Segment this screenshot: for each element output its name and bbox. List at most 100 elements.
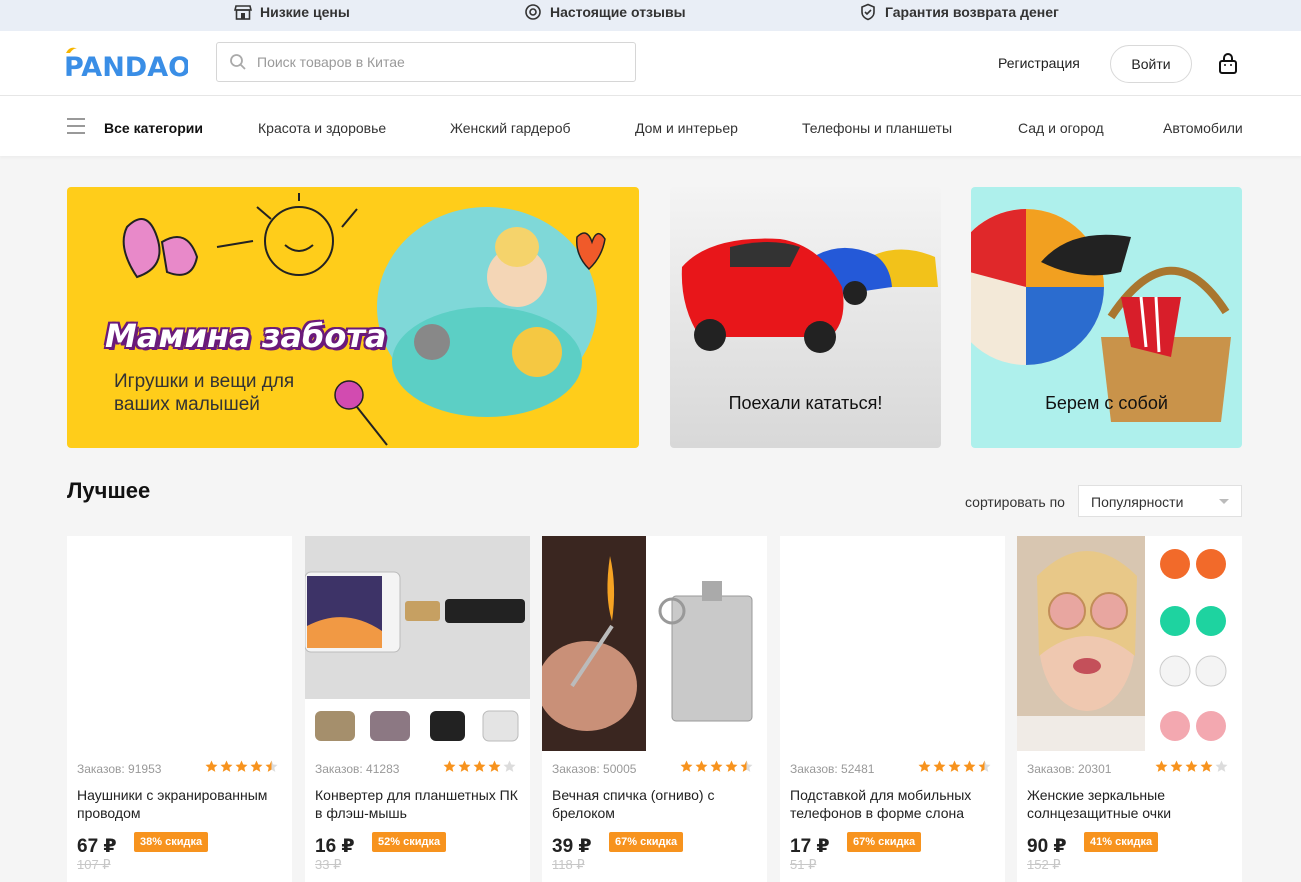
- star-icon: [265, 760, 278, 772]
- cat-home[interactable]: Дом и интерьер: [635, 120, 738, 136]
- rating-stars: [1155, 760, 1228, 773]
- product-price: 90 ₽: [1027, 836, 1067, 857]
- star-icon: [443, 760, 456, 772]
- chevron-down-icon: [1219, 499, 1229, 504]
- product-title[interactable]: Наушники с экранированным проводом: [77, 786, 282, 822]
- shield-icon: [861, 3, 875, 21]
- star-icon: [725, 760, 738, 772]
- star-icon: [948, 760, 961, 772]
- promo-real-reviews: Настоящие отзывы: [524, 3, 686, 21]
- banner-title: Мамина забота: [105, 317, 387, 355]
- rating-stars: [205, 760, 278, 773]
- cat-women[interactable]: Женский гардероб: [450, 120, 571, 136]
- star-icon: [963, 760, 976, 772]
- shopping-bag-icon[interactable]: [1218, 53, 1238, 75]
- shop-icon: [234, 5, 252, 20]
- star-icon: [933, 760, 946, 772]
- discount-badge: 38% скидка: [134, 832, 209, 852]
- product-image[interactable]: [780, 536, 1005, 751]
- star-icon: [235, 760, 248, 772]
- banner-cars-caption: Поехали кататься!: [728, 393, 883, 413]
- star-icon: [250, 760, 263, 772]
- register-link[interactable]: Регистрация: [998, 55, 1080, 71]
- product-title[interactable]: Подставкой для мобильных телефонов в фор…: [790, 786, 995, 822]
- star-icon: [740, 760, 753, 772]
- star-icon: [1200, 760, 1213, 772]
- banner-mom-care[interactable]: Мамина забота Игрушки и вещи для ваших м…: [67, 187, 639, 448]
- product-image[interactable]: [67, 536, 292, 751]
- banner-picnic[interactable]: Берем с собой: [971, 187, 1242, 448]
- product-card[interactable]: Заказов: 91953 Наушники с экранированным…: [67, 536, 292, 882]
- star-icon: [458, 760, 471, 772]
- product-title[interactable]: Вечная спичка (огниво) с брелоком: [552, 786, 757, 822]
- product-title[interactable]: Женские зеркальные солнцезащитные очки: [1027, 786, 1232, 822]
- star-icon: [473, 760, 486, 772]
- rating-stars: [918, 760, 991, 773]
- discount-badge: 67% скидка: [609, 832, 684, 852]
- product-old-price: 107 ₽: [77, 857, 111, 872]
- cat-phones[interactable]: Телефоны и планшеты: [802, 120, 952, 136]
- banner-subtitle: Игрушки и вещи для ваших малышей: [114, 371, 295, 415]
- product-card[interactable]: Заказов: 41283 Конвертер для планшетных …: [305, 536, 530, 882]
- star-icon: [710, 760, 723, 772]
- category-nav: Все категории Красота и здоровье Женский…: [0, 96, 1301, 156]
- review-icon: [525, 4, 541, 20]
- sort-select[interactable]: Популярности: [1078, 485, 1242, 517]
- product-card[interactable]: Заказов: 52481 Подставкой для мобильных …: [780, 536, 1005, 882]
- star-icon: [695, 760, 708, 772]
- product-old-price: 51 ₽: [790, 857, 817, 872]
- discount-badge: 41% скидка: [1084, 832, 1159, 852]
- product-old-price: 152 ₽: [1027, 857, 1061, 872]
- star-icon: [205, 760, 218, 772]
- product-price: 39 ₽: [552, 836, 592, 857]
- product-card[interactable]: Заказов: 50005 Вечная спичка (огниво) с …: [542, 536, 767, 882]
- rating-stars: [443, 760, 516, 773]
- star-icon: [1170, 760, 1183, 772]
- sort-value: Популярности: [1091, 494, 1184, 510]
- product-orders: Заказов: 91953: [77, 762, 162, 776]
- banner-cars[interactable]: Поехали кататься!: [670, 187, 941, 448]
- product-title[interactable]: Конвертер для планшетных ПК в флэш-мышь: [315, 786, 520, 822]
- svg-text:PANDAO: PANDAO: [64, 52, 188, 81]
- star-icon: [488, 760, 501, 772]
- star-icon: [1185, 760, 1198, 772]
- rating-stars: [680, 760, 753, 773]
- discount-badge: 67% скидка: [847, 832, 922, 852]
- cat-beauty[interactable]: Красота и здоровье: [258, 120, 386, 136]
- pandao-logo[interactable]: PANDAO: [64, 43, 188, 81]
- header: PANDAO Регистрация Войти: [0, 31, 1301, 96]
- search-bar[interactable]: [216, 42, 636, 82]
- menu-icon[interactable]: [67, 118, 85, 134]
- discount-badge: 52% скидка: [372, 832, 447, 852]
- promo-low-prices: Низкие цены: [234, 3, 350, 21]
- star-icon: [1215, 760, 1228, 772]
- sort-label: сортировать по: [965, 494, 1065, 510]
- search-input[interactable]: [257, 54, 617, 70]
- product-card[interactable]: Заказов: 20301 Женские зеркальные солнце…: [1017, 536, 1242, 882]
- star-icon: [680, 760, 693, 772]
- sunglasses-image: [1017, 536, 1227, 751]
- cat-garden[interactable]: Сад и огород: [1018, 120, 1104, 136]
- star-icon: [220, 760, 233, 772]
- otg-adapter-image: [305, 536, 530, 751]
- all-categories[interactable]: Все категории: [104, 120, 203, 136]
- eternal-match-image: [542, 536, 767, 751]
- product-old-price: 118 ₽: [552, 857, 585, 872]
- star-icon: [503, 760, 516, 772]
- product-price: 16 ₽: [315, 836, 355, 857]
- product-orders: Заказов: 41283: [315, 762, 400, 776]
- promo-strip: Низкие цены Настоящие отзывы Гарантия во…: [0, 0, 1301, 31]
- login-button[interactable]: Войти: [1110, 45, 1192, 83]
- star-icon: [978, 760, 991, 772]
- cat-auto[interactable]: Автомобили: [1163, 120, 1243, 136]
- promo-money-back: Гарантия возврата денег: [859, 3, 1059, 21]
- star-icon: [918, 760, 931, 772]
- product-price: 17 ₽: [790, 836, 830, 857]
- sunglasses-variants: [1159, 549, 1227, 741]
- product-image[interactable]: [1017, 536, 1242, 751]
- section-title: Лучшее: [67, 478, 151, 503]
- product-image[interactable]: [542, 536, 767, 751]
- product-image[interactable]: [305, 536, 530, 751]
- product-price: 67 ₽: [77, 836, 117, 857]
- product-old-price: 33 ₽: [315, 857, 342, 872]
